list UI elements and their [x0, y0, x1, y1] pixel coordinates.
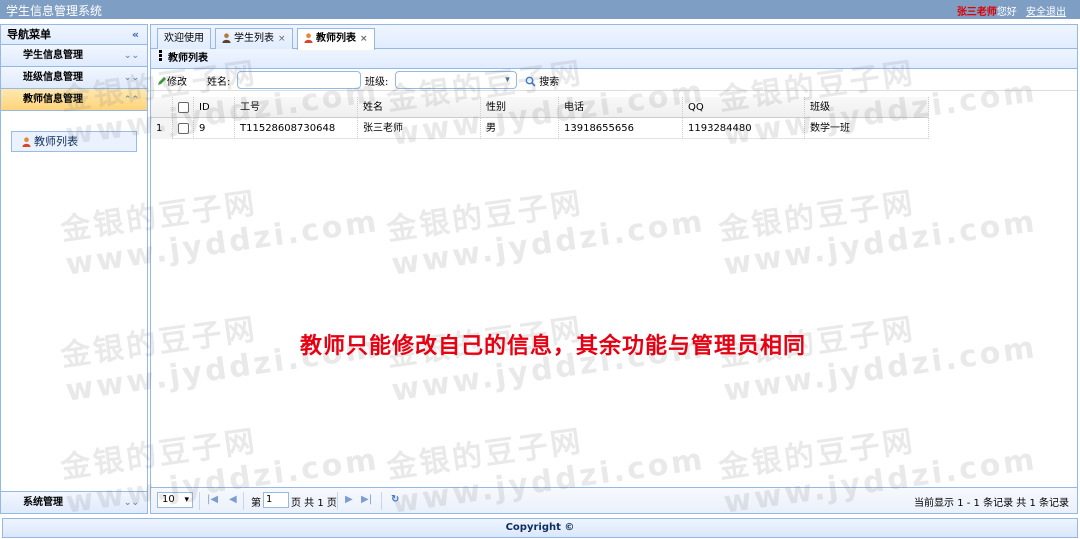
panel-title-label: 教师列表	[168, 53, 208, 64]
table-cell: 数学一班	[805, 118, 929, 139]
first-page-icon[interactable]: |◀	[207, 494, 218, 505]
last-page-icon[interactable]: ▶|	[361, 494, 372, 505]
chevron-down-icon: ▾	[184, 495, 189, 505]
column-header[interactable]: QQ	[683, 97, 805, 118]
page-label-before: 第	[251, 498, 261, 509]
nav-group-teacher[interactable]: 教师信息管理 ⌃⌃	[1, 89, 147, 111]
pagination-bar: 10 ▾ |◀ ◀ 第 1 页 共 1 页 ▶ ▶| ↻ 当前显示 1 - 1 …	[151, 487, 1077, 513]
table-row[interactable]: 1 9 T11528608730648 张三老师 男 13918655656 1…	[151, 118, 929, 139]
pencil-icon	[158, 77, 166, 85]
tab-label: 学生列表	[234, 33, 274, 44]
column-header[interactable]: 性别	[481, 97, 559, 118]
nav-group-label: 系统管理	[23, 497, 63, 508]
tab-welcome[interactable]: 欢迎使用	[157, 28, 211, 49]
greeting: 您好	[996, 7, 1017, 18]
table-cell: 1193284480	[683, 118, 805, 139]
collapse-icon[interactable]: «	[132, 25, 139, 45]
nav-group-system[interactable]: 系统管理 ⌄⌄	[1, 491, 147, 513]
tab-student-list[interactable]: 学生列表 ×	[215, 28, 293, 49]
chevron-up-icon: ⌃⌃	[123, 95, 139, 105]
user-box: 张三老师您好 安全退出	[957, 3, 1066, 18]
tab-teacher-list[interactable]: 教师列表 ×	[297, 28, 375, 50]
column-header[interactable]: 电话	[559, 97, 683, 118]
prev-page-icon[interactable]: ◀	[229, 494, 237, 505]
nav-group-class[interactable]: 班级信息管理 ⌄⌄	[1, 67, 147, 89]
divider	[199, 492, 200, 510]
nav-group-label: 教师信息管理	[23, 94, 83, 105]
table-cell: 张三老师	[358, 118, 481, 139]
close-icon[interactable]: ×	[360, 34, 368, 44]
refresh-icon[interactable]: ↻	[391, 494, 399, 505]
edit-button[interactable]: 修改	[157, 73, 187, 88]
tab-label: 教师列表	[316, 33, 356, 44]
search-button-label: 搜索	[539, 77, 560, 88]
panel-title: 教师列表	[151, 49, 1077, 69]
username: 张三老师	[956, 7, 997, 18]
nav-group-label: 班级信息管理	[23, 72, 83, 83]
sidebar: 导航菜单 « 学生信息管理 ⌄⌄ 班级信息管理 ⌄⌄ 教师信息管理 ⌃⌃ 教师列…	[0, 24, 148, 514]
column-header[interactable]: ID	[194, 97, 235, 118]
rownum-header	[151, 97, 173, 118]
class-label: 班级:	[365, 77, 389, 88]
name-search-input[interactable]	[237, 71, 361, 89]
sidebar-item-teacher-list[interactable]: 教师列表	[11, 131, 137, 152]
app-title: 学生信息管理系统	[6, 4, 103, 18]
teacher-icon	[22, 137, 31, 147]
page-size-select[interactable]: 10 ▾	[157, 492, 193, 508]
chevron-down-icon: ⌄⌄	[123, 51, 139, 61]
column-header[interactable]: 工号	[235, 97, 358, 118]
divider	[381, 492, 382, 510]
nav-header: 导航菜单 «	[1, 25, 147, 45]
annotation-text: 教师只能修改自己的信息，其余功能与管理员相同	[300, 334, 807, 359]
teacher-icon	[304, 33, 313, 43]
row-number: 1	[151, 118, 173, 139]
chevron-down-icon: ⌄⌄	[123, 73, 139, 83]
main-panel: 欢迎使用 学生列表 × 教师列表 × 教师列表 修改 姓名: 班级: ▾ 搜索	[150, 24, 1078, 514]
chevron-down-icon: ⌄⌄	[123, 498, 139, 508]
nav-group-student[interactable]: 学生信息管理 ⌄⌄	[1, 45, 147, 67]
search-button[interactable]: 搜索	[525, 73, 559, 88]
table-cell: 9	[194, 118, 235, 139]
teacher-table: ID 工号 姓名 性别 电话 QQ 班级 1 9 T11528608730648…	[151, 97, 929, 139]
sidebar-item-label: 教师列表	[34, 135, 78, 148]
footer: Copyright ©	[2, 518, 1078, 538]
search-icon	[525, 76, 536, 87]
student-icon	[222, 33, 231, 43]
page-size-value: 10	[162, 494, 175, 505]
class-select[interactable]: ▾	[395, 71, 517, 89]
column-header[interactable]: 姓名	[358, 97, 481, 118]
tab-label: 欢迎使用	[164, 33, 204, 44]
logout-link[interactable]: 安全退出	[1026, 7, 1066, 18]
next-page-icon[interactable]: ▶	[345, 494, 353, 505]
column-header[interactable]: 班级	[805, 97, 929, 118]
title-bar: 学生信息管理系统 张三老师您好 安全退出	[0, 0, 1080, 19]
page-label-after: 页 共 1 页	[291, 498, 337, 509]
divider	[243, 492, 244, 510]
pager-summary: 当前显示 1 - 1 条记录 共 1 条记录	[914, 498, 1069, 509]
panel-icon	[159, 50, 162, 61]
table-cell: 男	[481, 118, 559, 139]
chevron-down-icon: ▾	[505, 75, 510, 85]
tab-bar: 欢迎使用 学生列表 × 教师列表 ×	[151, 25, 1077, 50]
toolbar: 修改 姓名: 班级: ▾ 搜索	[151, 69, 1077, 91]
close-icon[interactable]: ×	[278, 34, 286, 44]
edit-button-label: 修改	[167, 77, 187, 88]
name-label: 姓名:	[207, 77, 231, 88]
table-cell: T11528608730648	[235, 118, 358, 139]
table-header: ID 工号 姓名 性别 电话 QQ 班级	[151, 97, 929, 118]
divider	[337, 492, 338, 510]
select-all-checkbox[interactable]	[173, 97, 194, 118]
table-cell: 13918655656	[559, 118, 683, 139]
row-checkbox[interactable]	[173, 118, 194, 139]
page-number-value: 1	[266, 494, 273, 505]
page-number-input[interactable]: 1	[263, 492, 289, 508]
nav-group-body: 教师列表	[1, 111, 147, 458]
nav-header-label: 导航菜单	[7, 28, 51, 41]
nav-group-label: 学生信息管理	[23, 50, 83, 61]
